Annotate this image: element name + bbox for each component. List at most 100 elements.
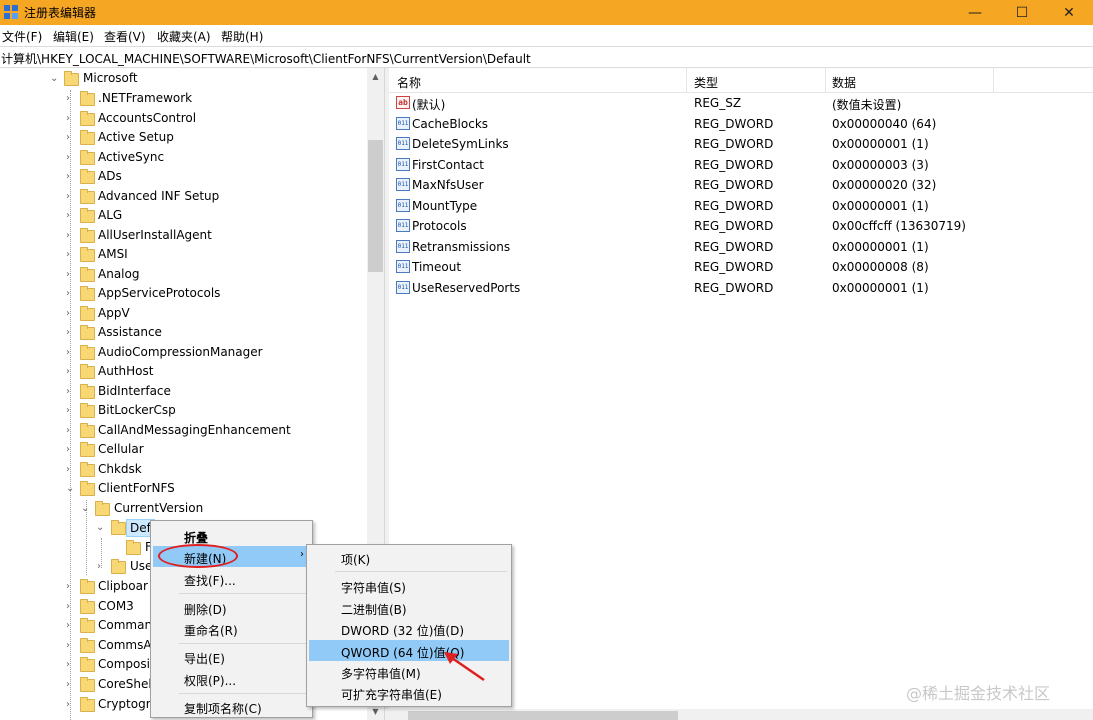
tree-item[interactable]: › Comman [0,616,152,636]
tree-item[interactable]: › Advanced INF Setup [0,187,367,207]
chevron-right-icon[interactable]: › [66,211,76,221]
menu-favorites[interactable]: 收藏夹(A) [157,28,211,45]
tree-item[interactable]: › AppServiceProtocols [0,284,367,304]
chevron-right-icon[interactable]: › [97,562,107,572]
menu-file[interactable]: 文件(F) [2,28,42,45]
menu-help[interactable]: 帮助(H) [221,28,263,45]
tree-item[interactable]: › ALG [0,206,367,226]
tree-item[interactable]: › Analog [0,265,367,285]
tree-item[interactable]: › .NETFramework [0,89,367,109]
list-row[interactable]: 011 MountType REG_DWORD 0x00000001 (1) [389,196,1093,216]
tree-item[interactable]: › AuthHost [0,362,367,382]
chevron-right-icon[interactable]: › [66,269,76,280]
column-header-type[interactable]: 类型 [694,74,718,91]
column-separator[interactable] [686,68,687,92]
tree-item[interactable]: › BitLockerCsp [0,401,367,421]
chevron-right-icon[interactable]: › [66,152,76,163]
list-row[interactable]: 011 Retransmissions REG_DWORD 0x00000001 (1… [389,237,1093,257]
list-row[interactable]: 011 CacheBlocks REG_DWORD 0x00000040 (64) [389,114,1093,134]
list-row[interactable]: 011 DeleteSymLinks REG_DWORD 0x00000001 (1) [389,134,1093,154]
list-horizontal-scrollbar[interactable] [389,709,1093,720]
chevron-right-icon[interactable]: › [66,406,76,416]
chevron-right-icon[interactable]: › [66,133,76,143]
chevron-right-icon[interactable]: › [66,680,76,690]
chevron-right-icon[interactable]: › [66,582,76,592]
tree-item[interactable]: › ADs [0,167,367,187]
tree-item[interactable]: › Composi [0,655,150,675]
tree-item-currentversion[interactable]: ⌄ CurrentVersion [0,499,367,519]
scroll-up-arrow-icon[interactable]: ▲ [367,68,384,85]
address-bar[interactable]: 计算机\HKEY_LOCAL_MACHINE\SOFTWARE\Microsof… [0,46,1093,68]
scroll-thumb[interactable] [368,140,383,272]
scroll-thumb[interactable] [408,711,678,720]
menu-item-permissions[interactable]: 权限(P)... [153,668,310,689]
menu-item-rename[interactable]: 重命名(R) [153,618,310,639]
chevron-right-icon[interactable]: › [66,328,76,338]
maximize-button[interactable]: ☐ [999,0,1045,25]
chevron-right-icon[interactable]: › [66,699,76,710]
menu-edit[interactable]: 编辑(E) [53,28,94,45]
list-row[interactable]: 011 UseReservedPorts REG_DWORD 0x00000001 (… [389,278,1093,298]
tree-item[interactable]: › Chkdsk [0,460,367,480]
menu-item-delete[interactable]: 删除(D) [153,597,310,618]
chevron-right-icon[interactable]: › [66,250,76,260]
column-separator[interactable] [993,68,994,92]
menu-item-collapse[interactable]: 折叠 [153,525,310,546]
chevron-down-icon[interactable]: ⌄ [96,523,106,533]
tree-item[interactable]: › ActiveSync [0,148,367,168]
list-row[interactable]: 011 MaxNfsUser REG_DWORD 0x00000020 (32) [389,175,1093,195]
list-row[interactable]: ab (默认) REG_SZ (数值未设置) [389,93,1093,113]
tree-item[interactable]: › AppV [0,304,367,324]
column-separator[interactable] [825,68,826,92]
chevron-right-icon[interactable]: › [66,113,76,124]
chevron-right-icon[interactable]: › [66,386,76,397]
chevron-down-icon[interactable]: ⌄ [66,484,76,494]
tree-item[interactable]: › CommsA [0,636,152,656]
tree-item[interactable]: › CallAndMessagingEnhancement [0,421,367,441]
chevron-right-icon[interactable]: › [66,601,76,612]
chevron-right-icon[interactable]: › [66,172,76,182]
close-button[interactable]: ✕ [1046,0,1092,25]
tree-item[interactable]: › COM3 [0,597,150,617]
tree-item[interactable]: › Active Setup [0,128,367,148]
menu-item-export[interactable]: 导出(E) [153,646,310,667]
list-row[interactable]: 011 Timeout REG_DWORD 0x00000008 (8) [389,257,1093,277]
tree-item[interactable]: ⌄ ClientForNFS [0,479,367,499]
chevron-right-icon[interactable]: › [66,367,76,377]
chevron-down-icon[interactable]: ⌄ [81,504,91,514]
tree-item-microsoft[interactable]: ⌄ Microsoft [0,69,367,89]
chevron-right-icon[interactable]: › [66,308,76,319]
tree-item[interactable]: › Assistance [0,323,367,343]
address-path[interactable]: 计算机\HKEY_LOCAL_MACHINE\SOFTWARE\Microsof… [1,50,531,67]
tree-item[interactable]: › AMSI [0,245,367,265]
menu-item-find[interactable]: 查找(F)... [153,568,310,589]
tree-item[interactable]: › BidInterface [0,382,367,402]
minimize-button[interactable]: — [952,0,998,25]
chevron-down-icon[interactable]: ⌄ [50,74,60,84]
chevron-right-icon[interactable]: › [66,621,76,631]
chevron-right-icon[interactable]: › [66,464,76,475]
tree-item[interactable]: › AllUserInstallAgent [0,226,367,246]
chevron-right-icon[interactable]: › [66,347,76,358]
chevron-right-icon[interactable]: › [66,425,76,436]
tree-item[interactable]: › Cellular [0,440,367,460]
menu-item-binary-value[interactable]: 二进制值(B) [309,597,509,618]
chevron-right-icon[interactable]: › [66,660,76,670]
tree-item[interactable]: › AccountsControl [0,109,367,129]
menu-item-dword-value[interactable]: DWORD (32 位)值(D) [309,618,509,639]
column-header-name[interactable]: 名称 [397,74,421,91]
menu-item-copy-key-name[interactable]: 复制项名称(C) [153,696,310,717]
column-header-data[interactable]: 数据 [832,74,856,91]
chevron-right-icon[interactable]: › [66,230,76,241]
menu-item-expandable-string-value[interactable]: 可扩充字符串值(E) [309,682,509,703]
list-row[interactable]: 011 FirstContact REG_DWORD 0x00000003 (3) [389,155,1093,175]
tree-item[interactable]: › CoreShel [0,675,152,695]
tree-item[interactable]: › Cryptogr [0,695,151,715]
chevron-right-icon[interactable]: › [66,445,76,455]
menu-item-string-value[interactable]: 字符串值(S) [309,575,509,596]
chevron-right-icon[interactable]: › [66,289,76,299]
list-row[interactable]: 011 Protocols REG_DWORD 0x00cffcff (1363071… [389,216,1093,236]
menu-view[interactable]: 查看(V) [104,28,146,45]
chevron-right-icon[interactable]: › [66,94,76,104]
chevron-right-icon[interactable]: › [66,640,76,651]
